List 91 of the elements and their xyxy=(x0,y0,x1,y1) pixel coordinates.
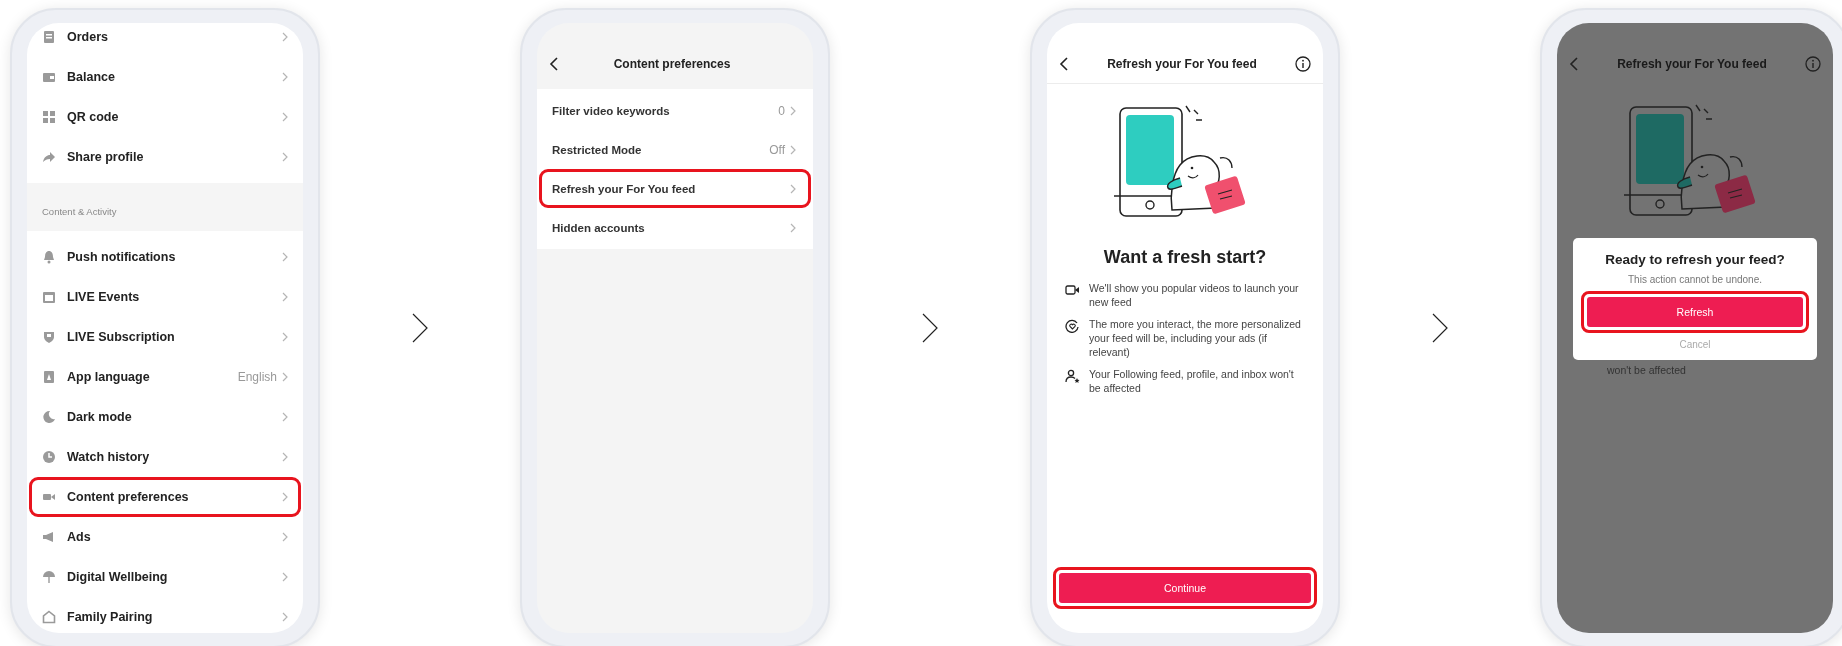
settings-item[interactable]: QR code xyxy=(29,97,301,137)
document-icon xyxy=(42,30,56,44)
item-label: Content preferences xyxy=(67,490,190,504)
settings-item[interactable]: App language English xyxy=(29,357,301,397)
share-icon xyxy=(42,150,56,164)
chevron-icon xyxy=(790,105,796,116)
chevron-icon xyxy=(282,252,288,262)
item-label: Balance xyxy=(67,70,116,84)
settings-item[interactable]: Content preferences xyxy=(29,477,301,517)
item-label: Hidden accounts xyxy=(552,221,646,234)
item-label: Watch history xyxy=(67,450,151,464)
settings-item[interactable]: Family Pairing xyxy=(29,597,301,633)
heart-circle-icon xyxy=(1065,319,1080,334)
screen-title: Refresh your For You feed xyxy=(1616,57,1768,71)
chevron-icon xyxy=(790,222,796,233)
settings-item[interactable]: Orders xyxy=(29,23,301,57)
back-icon[interactable] xyxy=(1059,57,1069,71)
chevron-icon xyxy=(282,32,288,42)
moon-icon xyxy=(42,410,56,424)
info-text: We'll show you popular videos to launch your new feed xyxy=(1089,282,1300,310)
settings-item[interactable]: LIVE Events xyxy=(29,277,301,317)
item-label: Filter video keywords xyxy=(552,104,671,117)
settings-item[interactable]: Watch history xyxy=(29,437,301,477)
info-text: The more you interact, the more personalized your feed will be, including your ads (if relevant) xyxy=(1089,318,1302,360)
settings-item[interactable]: Ads xyxy=(29,517,301,557)
video-camera-icon xyxy=(1065,283,1080,297)
item-value: English xyxy=(237,370,277,384)
megaphone-icon xyxy=(42,530,56,544)
item-label: LIVE Subscription xyxy=(67,330,176,344)
item-value: 0 xyxy=(778,103,785,118)
clock-icon xyxy=(42,450,56,464)
chevron-icon xyxy=(282,492,288,502)
wallet-icon xyxy=(42,70,56,84)
item-label: Restricted Mode xyxy=(552,143,643,156)
item-label: Refresh your For You feed xyxy=(552,182,697,195)
chevron-icon xyxy=(412,313,428,343)
info-icon[interactable] xyxy=(1295,56,1311,72)
qr-code-icon xyxy=(42,110,56,124)
item-label: QR code xyxy=(67,110,120,124)
item-label: Push notifications xyxy=(67,250,177,264)
chevron-icon xyxy=(922,313,938,343)
heading: Want a fresh start? xyxy=(1102,247,1268,268)
chevron-icon xyxy=(282,452,288,462)
bell-icon xyxy=(42,250,56,264)
item-label: LIVE Events xyxy=(67,290,141,304)
item-label: Share profile xyxy=(67,150,145,164)
screen-title: Content preferences xyxy=(612,57,732,71)
chevron-icon xyxy=(282,372,288,382)
settings-item[interactable]: Dark mode xyxy=(29,397,301,437)
chevron-icon xyxy=(790,183,796,194)
calendar-icon xyxy=(42,290,56,304)
item-label: Digital Wellbeing xyxy=(67,570,169,584)
chevron-icon xyxy=(282,292,288,302)
back-icon[interactable] xyxy=(549,57,559,71)
item-label: Dark mode xyxy=(67,410,133,424)
settings-item[interactable]: Refresh your For You feed xyxy=(539,169,811,208)
chevron-icon xyxy=(282,532,288,542)
info-text: Your Following feed, profile, and inbox won't be affected xyxy=(1089,368,1295,396)
item-label: App language xyxy=(67,370,151,384)
settings-item[interactable]: Filter video keywords 0 xyxy=(539,91,811,130)
dialog-title: Ready to refresh your feed? xyxy=(1605,252,1785,267)
chevron-icon xyxy=(282,612,288,622)
continue-button[interactable]: Continue xyxy=(1059,573,1311,603)
person-star-icon xyxy=(1065,369,1080,384)
settings-item[interactable]: Push notifications xyxy=(29,237,301,277)
house-icon xyxy=(42,610,56,624)
settings-item[interactable]: Digital Wellbeing xyxy=(29,557,301,597)
chevron-icon xyxy=(282,152,288,162)
shield-icon xyxy=(42,330,56,344)
chevron-icon xyxy=(1432,313,1448,343)
chevron-icon xyxy=(282,112,288,122)
item-label: Orders xyxy=(67,30,109,44)
settings-item[interactable]: Restricted Mode Off xyxy=(539,130,811,169)
umbrella-icon xyxy=(42,570,56,584)
info-text: won't be affected xyxy=(1606,364,1687,376)
refresh-button[interactable]: Refresh xyxy=(1587,297,1803,327)
screen-title: Refresh your For You feed xyxy=(1106,57,1258,71)
settings-item[interactable]: Hidden accounts xyxy=(539,208,811,247)
item-label: Ads xyxy=(67,530,92,544)
settings-item[interactable]: LIVE Subscription xyxy=(29,317,301,357)
chevron-icon xyxy=(282,412,288,422)
section-header: Content & Activity xyxy=(27,183,303,231)
item-value: Off xyxy=(769,142,785,157)
dialog-message: This action cannot be undone. xyxy=(1628,274,1762,285)
chevron-icon xyxy=(282,72,288,82)
settings-item[interactable]: Balance xyxy=(29,57,301,97)
chevron-icon xyxy=(790,144,796,155)
chevron-icon xyxy=(282,332,288,342)
item-label: Family Pairing xyxy=(67,610,154,624)
settings-item[interactable]: Share profile xyxy=(29,137,301,177)
chevron-icon xyxy=(282,572,288,582)
